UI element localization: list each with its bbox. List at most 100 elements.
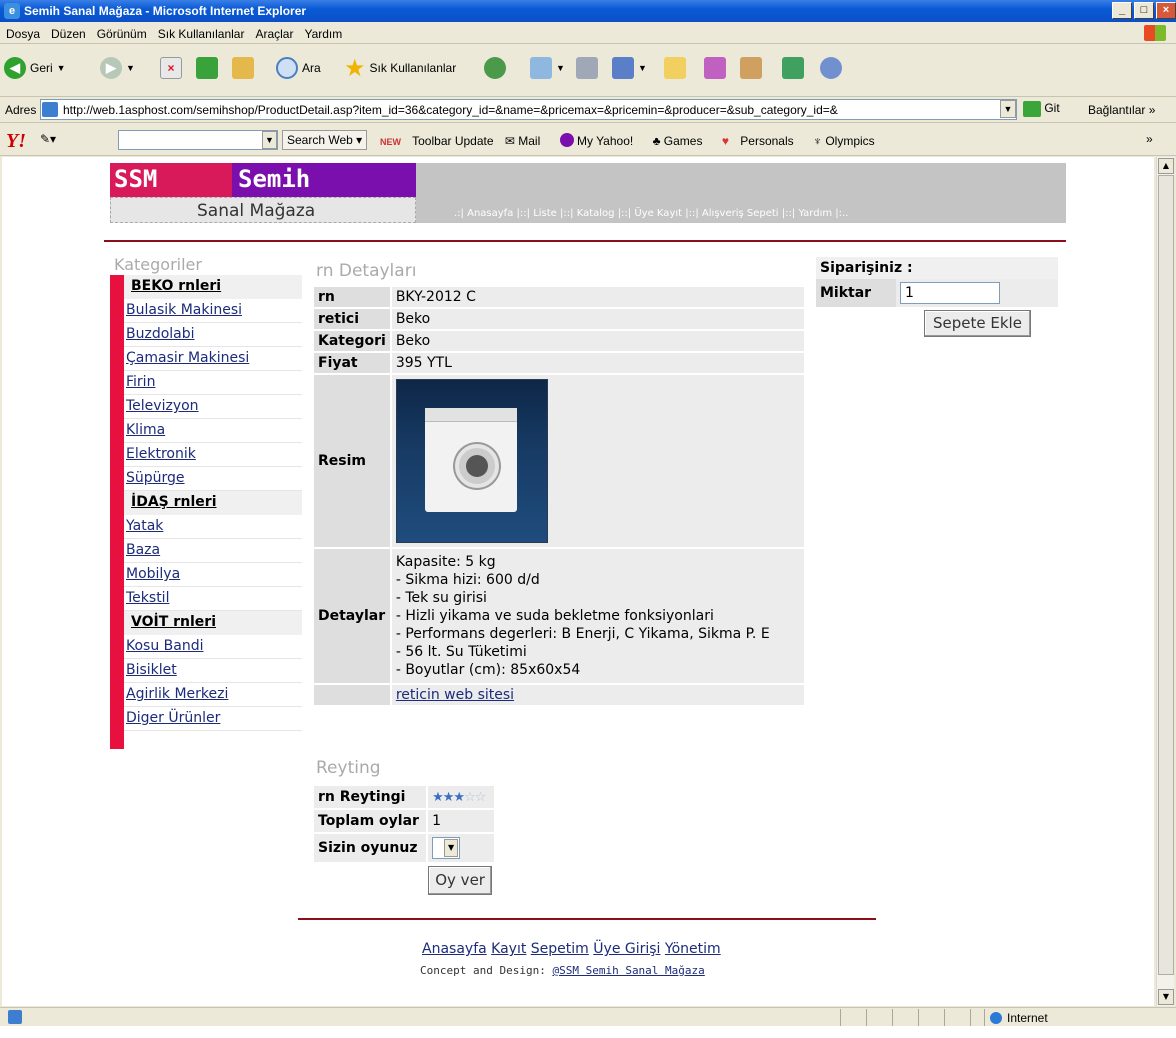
yahoo-search-input[interactable] (118, 130, 278, 150)
nav-katalog[interactable]: Katalog (577, 208, 615, 219)
edit-icon[interactable] (612, 57, 634, 79)
stop-icon[interactable]: × (160, 57, 182, 79)
flower-icon[interactable] (782, 57, 804, 79)
favorites-button[interactable]: Sık Kullanılanlar (370, 61, 457, 75)
page-status-icon (8, 1010, 22, 1024)
footer-uye-girisi[interactable]: Üye Girişi (593, 941, 660, 957)
category-item[interactable]: Klima (124, 419, 302, 443)
nav-anasayfa[interactable]: Anasayfa (467, 208, 513, 219)
menu-gorunum[interactable]: Görünüm (91, 22, 152, 41)
my-yahoo-item[interactable]: My Yahoo! (559, 133, 642, 148)
personals-item[interactable]: ♥ Personals (722, 134, 802, 148)
vote-button[interactable]: Oy ver (428, 866, 493, 895)
category-item[interactable]: Televizyon (124, 395, 302, 419)
category-group[interactable]: BEKO rnleri (124, 275, 302, 299)
category-item[interactable]: Mobilya (124, 563, 302, 587)
footer-kayit[interactable]: Kayıt (491, 941, 526, 957)
category-group[interactable]: İDAŞ rnleri (124, 491, 302, 515)
yahoo-search-dropdown-icon[interactable]: ▼ (262, 131, 277, 149)
category-item[interactable]: Bulasik Makinesi (124, 299, 302, 323)
yahoo-more-button[interactable]: » (1146, 132, 1153, 146)
address-label: Adres (5, 103, 37, 117)
vote-select[interactable]: ▼ (432, 837, 461, 859)
close-button[interactable]: × (1156, 2, 1176, 19)
nav-alisveris-sepeti[interactable]: Alışveriş Sepeti (702, 208, 779, 219)
back-button[interactable]: Geri (30, 61, 53, 75)
folder-icon[interactable] (664, 57, 686, 79)
minimize-button[interactable]: _ (1112, 2, 1132, 19)
image-label: Resim (312, 373, 392, 549)
category-item[interactable]: Çamasir Makinesi (124, 347, 302, 371)
address-dropdown-icon[interactable]: ▼ (1000, 100, 1016, 118)
web-link-cell: reticin web sitesi (389, 683, 807, 707)
tools-icon[interactable] (740, 57, 762, 79)
category-item[interactable]: Yatak (124, 515, 302, 539)
category-item[interactable]: Diger Ürünler (124, 707, 302, 731)
address-input[interactable]: http://web.1asphost.com/semihshop/Produc… (40, 99, 1017, 120)
logo-semih[interactable]: Semih (232, 163, 416, 197)
qty-input[interactable] (900, 282, 1000, 304)
olympics-item[interactable]: ♆ Olympics (813, 134, 883, 148)
print-icon[interactable] (576, 57, 598, 79)
menu-favorites[interactable]: Sık Kullanılanlar (152, 22, 250, 41)
search-web-button[interactable]: Search Web ▾ (282, 130, 368, 150)
mail-icon[interactable] (530, 57, 552, 79)
address-bar: Adres http://web.1asphost.com/semihshop/… (0, 97, 1176, 123)
category-item[interactable]: Agirlik Merkezi (124, 683, 302, 707)
menu-duzen[interactable]: Düzen (45, 22, 91, 41)
footer-sepetim[interactable]: Sepetim (531, 941, 589, 957)
maximize-button[interactable]: □ (1134, 2, 1154, 19)
add-to-cart-button[interactable]: Sepete Ekle (924, 310, 1031, 337)
nav-liste[interactable]: Liste (533, 208, 557, 219)
category-item[interactable]: Bisiklet (124, 659, 302, 683)
category-item[interactable]: Buzdolabi (124, 323, 302, 347)
vertical-scrollbar[interactable]: ▲ ▼ (1156, 157, 1174, 1006)
scroll-thumb[interactable] (1158, 175, 1174, 975)
mail-item[interactable]: ✉ Mail (505, 134, 548, 148)
category-item[interactable]: Baza (124, 539, 302, 563)
search-button[interactable]: Ara (302, 61, 321, 75)
producer-web-link[interactable]: reticin web sitesi (396, 687, 514, 703)
nav-uye-kayit[interactable]: Üye Kayıt (634, 208, 682, 219)
category-item[interactable]: Süpürge (124, 467, 302, 491)
menu-yardim[interactable]: Yardım (298, 22, 347, 41)
nav-yardim[interactable]: Yardım (798, 208, 832, 219)
desc-cell: Kapasite: 5 kg - Sikma hizi: 600 d/d - T… (389, 547, 807, 685)
games-item[interactable]: ♣ Games (653, 134, 711, 148)
logo-subtitle: Sanal Mağaza (110, 197, 416, 223)
star-empty-icon: ☆☆ (464, 790, 486, 805)
category-group[interactable]: VOİT rnleri (124, 611, 302, 635)
forward-arrow-icon[interactable]: ▶ (100, 57, 122, 79)
messenger-icon[interactable] (704, 57, 726, 79)
toolbar-update-item[interactable]: Toolbar Update (412, 134, 493, 148)
users-icon[interactable] (820, 57, 842, 79)
footer-anasayfa[interactable]: Anasayfa (422, 941, 487, 957)
search-icon[interactable] (276, 57, 298, 79)
home-icon[interactable] (232, 57, 254, 79)
history-icon[interactable] (484, 57, 506, 79)
scroll-down-icon[interactable]: ▼ (1158, 989, 1174, 1005)
category-item[interactable]: Firin (124, 371, 302, 395)
yahoo-logo[interactable]: Y! (6, 130, 26, 153)
footer-yonetim[interactable]: Yönetim (665, 941, 721, 957)
rating-stars: ★★★☆☆ (432, 790, 486, 805)
category-item[interactable]: Elektronik (124, 443, 302, 467)
product-image[interactable] (395, 379, 548, 543)
menu-dosya[interactable]: Dosya (0, 22, 45, 41)
scroll-up-icon[interactable]: ▲ (1158, 158, 1174, 174)
category-item[interactable]: Kosu Bandi (124, 635, 302, 659)
credit-link[interactable]: @SSM Semih Sanal Mağaza (552, 964, 704, 977)
refresh-icon[interactable] (196, 57, 218, 79)
nav-sep: |::| (560, 208, 574, 219)
back-arrow-icon[interactable]: ◀ (4, 57, 26, 79)
personals-label: Personals (740, 134, 794, 148)
menu-araclar[interactable]: Araçlar (249, 22, 298, 41)
category-item[interactable]: Tekstil (124, 587, 302, 611)
favorites-star-icon[interactable]: ★ (344, 54, 366, 83)
order-box: Siparişiniz : Miktar Sepete Ekle (816, 257, 1058, 340)
go-button[interactable]: Git (1023, 101, 1060, 117)
pencil-icon[interactable]: ✎▾ (40, 132, 56, 146)
logo-ssm[interactable]: SSM (110, 163, 232, 197)
links-button[interactable]: Bağlantılar » (1088, 103, 1155, 117)
star-icon: ★★★ (432, 790, 465, 805)
